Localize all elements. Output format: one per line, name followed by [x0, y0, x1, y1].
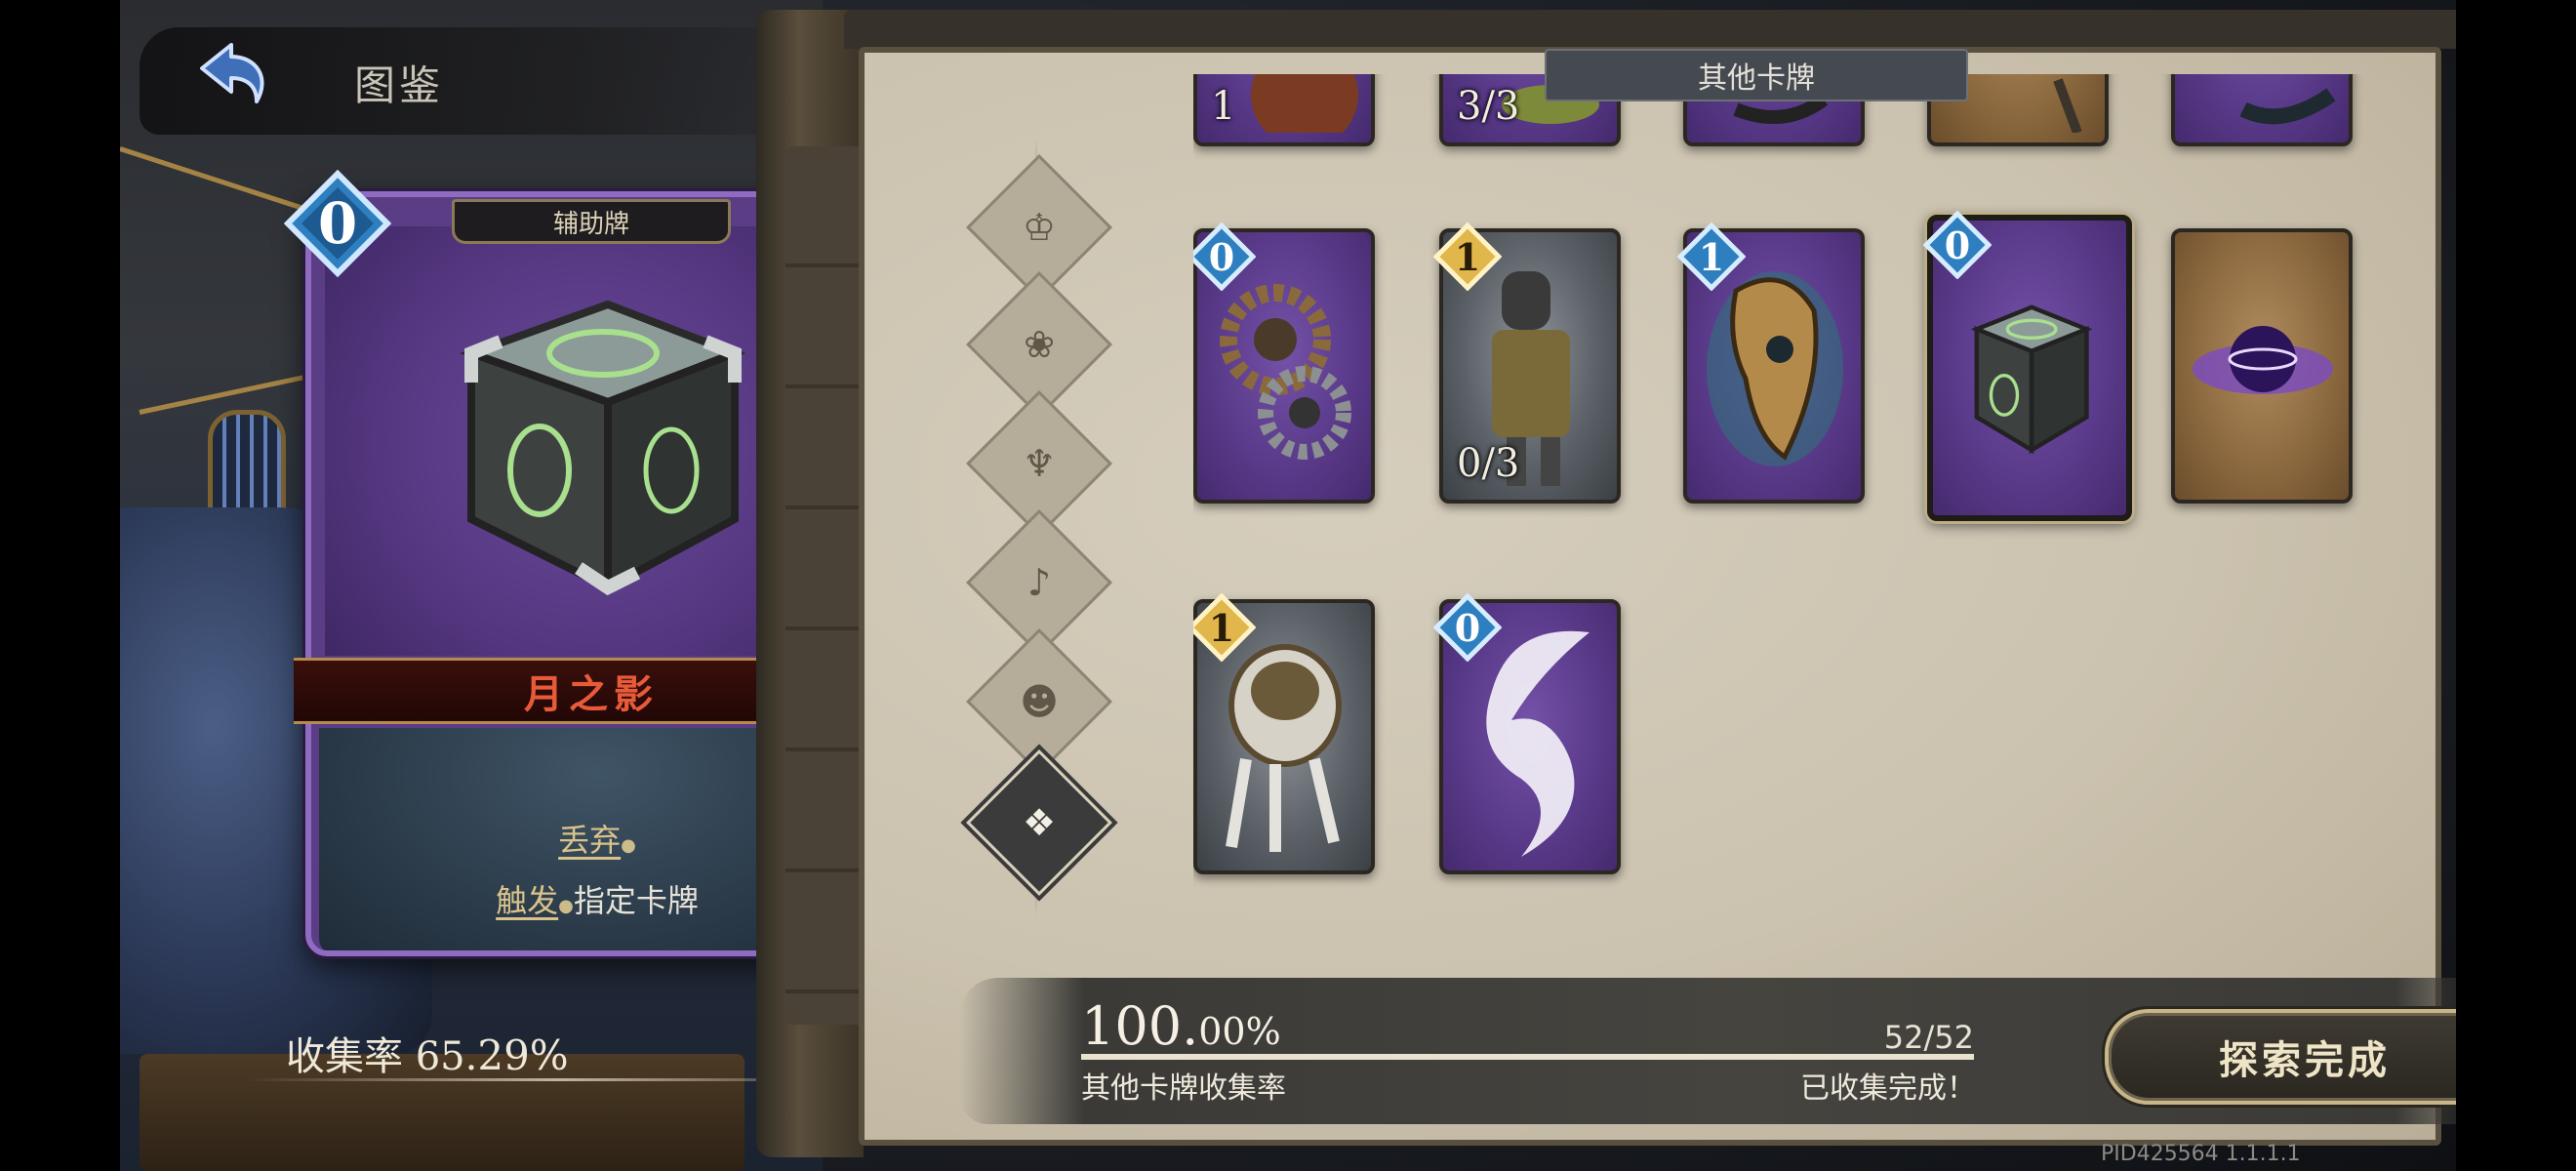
- faction-other-icon: ❖: [1022, 801, 1057, 844]
- collection-value: 65.: [415, 1034, 478, 1079]
- card-wisp[interactable]: 0: [1432, 592, 1621, 874]
- faction-clef-icon: ♪: [1026, 561, 1052, 604]
- vortex-art: [2193, 326, 2333, 394]
- info-icon: ●: [558, 896, 574, 916]
- section-title-tab: 其他卡牌: [1545, 49, 1968, 101]
- book-top-edge: [844, 10, 2456, 49]
- cost-gem: 1: [1676, 222, 1747, 292]
- cost-value: 0: [1208, 234, 1235, 279]
- cost-value: 0: [1944, 222, 1971, 267]
- card-count: 1: [1211, 84, 1236, 129]
- collection-status: 已收集完成！: [1800, 1071, 1976, 1106]
- version-label: PID425564 1.1.1.1: [2101, 1142, 2301, 1166]
- description-text: 指定卡牌: [573, 882, 699, 919]
- card-gears[interactable]: 0: [1193, 222, 1375, 504]
- faction-rune-icon: ♆: [1022, 442, 1057, 485]
- game-screen: 图鉴 丢弃● 触发●指定卡牌 辅助牌 月之影 0 收集率 65.29% 其他卡牌…: [120, 0, 2456, 1171]
- card-robot[interactable]: 1: [1193, 592, 1375, 874]
- card-count: 3/3: [1457, 84, 1520, 129]
- cost-value: 1: [1208, 605, 1235, 650]
- faction-crown-icon: ♔: [1022, 206, 1057, 249]
- percent-main: 100.: [1081, 995, 1199, 1057]
- progress-fill: [1081, 1054, 1974, 1060]
- collection-label: 收集率: [286, 1034, 403, 1079]
- cost-gem: 0: [1432, 592, 1503, 663]
- page-title: 图鉴: [354, 61, 445, 109]
- category-collection-percent: 100.00%: [1081, 995, 1281, 1057]
- cost-gem: 0: [1922, 210, 1992, 280]
- percent-decimal: 00%: [1198, 1010, 1281, 1053]
- back-button[interactable]: [188, 39, 286, 117]
- collection-value-decimal: 29%: [477, 1031, 569, 1079]
- cost-gem: 1: [1432, 222, 1503, 292]
- card-moon-shadow[interactable]: 0: [1922, 210, 2132, 521]
- cost-value: 0: [1454, 605, 1481, 650]
- collection-label: 其他卡牌收集率: [1081, 1071, 1286, 1106]
- card-mask[interactable]: 1: [1676, 222, 1865, 504]
- filter-other[interactable]: ❖: [966, 749, 1112, 896]
- back-arrow-icon: [200, 43, 264, 103]
- collection-count: 52/52: [1883, 1019, 1974, 1056]
- cost-value: 1: [1454, 234, 1481, 279]
- collection-progress-bar: [1081, 1054, 1974, 1060]
- explore-complete-button[interactable]: 探索完成: [2105, 1009, 2456, 1105]
- card-grid: 1 3/3 0 1 0/3 1 0 1 0: [1193, 74, 2456, 952]
- card-type-banner: 辅助牌: [452, 199, 731, 244]
- card-vortex[interactable]: [2171, 228, 2353, 504]
- faction-rose-icon: ❀: [1024, 323, 1055, 366]
- overall-collection-rate: 收集率 65.29%: [286, 1025, 569, 1081]
- cost-value: 1: [1698, 234, 1725, 279]
- faction-mask-icon: ☻: [1020, 680, 1059, 723]
- cost-gem: 0: [283, 169, 392, 278]
- keyword-link[interactable]: 触发: [496, 882, 558, 919]
- keyword-link[interactable]: 丢弃: [558, 822, 621, 859]
- card-count: 0/3: [1457, 441, 1520, 486]
- card-partial[interactable]: [2171, 74, 2353, 146]
- card-knight[interactable]: 1 0/3: [1432, 222, 1621, 504]
- info-icon: ●: [621, 835, 636, 856]
- dark-art: [2239, 88, 2336, 125]
- cost-value: 0: [317, 190, 358, 257]
- card-partial[interactable]: 1: [1193, 74, 1375, 146]
- cost-gem: 0: [1193, 222, 1257, 292]
- category-filter-column: ♔ ❀ ♆ ♪ ☻ ❖: [966, 137, 1112, 917]
- cost-gem: 1: [1193, 592, 1257, 663]
